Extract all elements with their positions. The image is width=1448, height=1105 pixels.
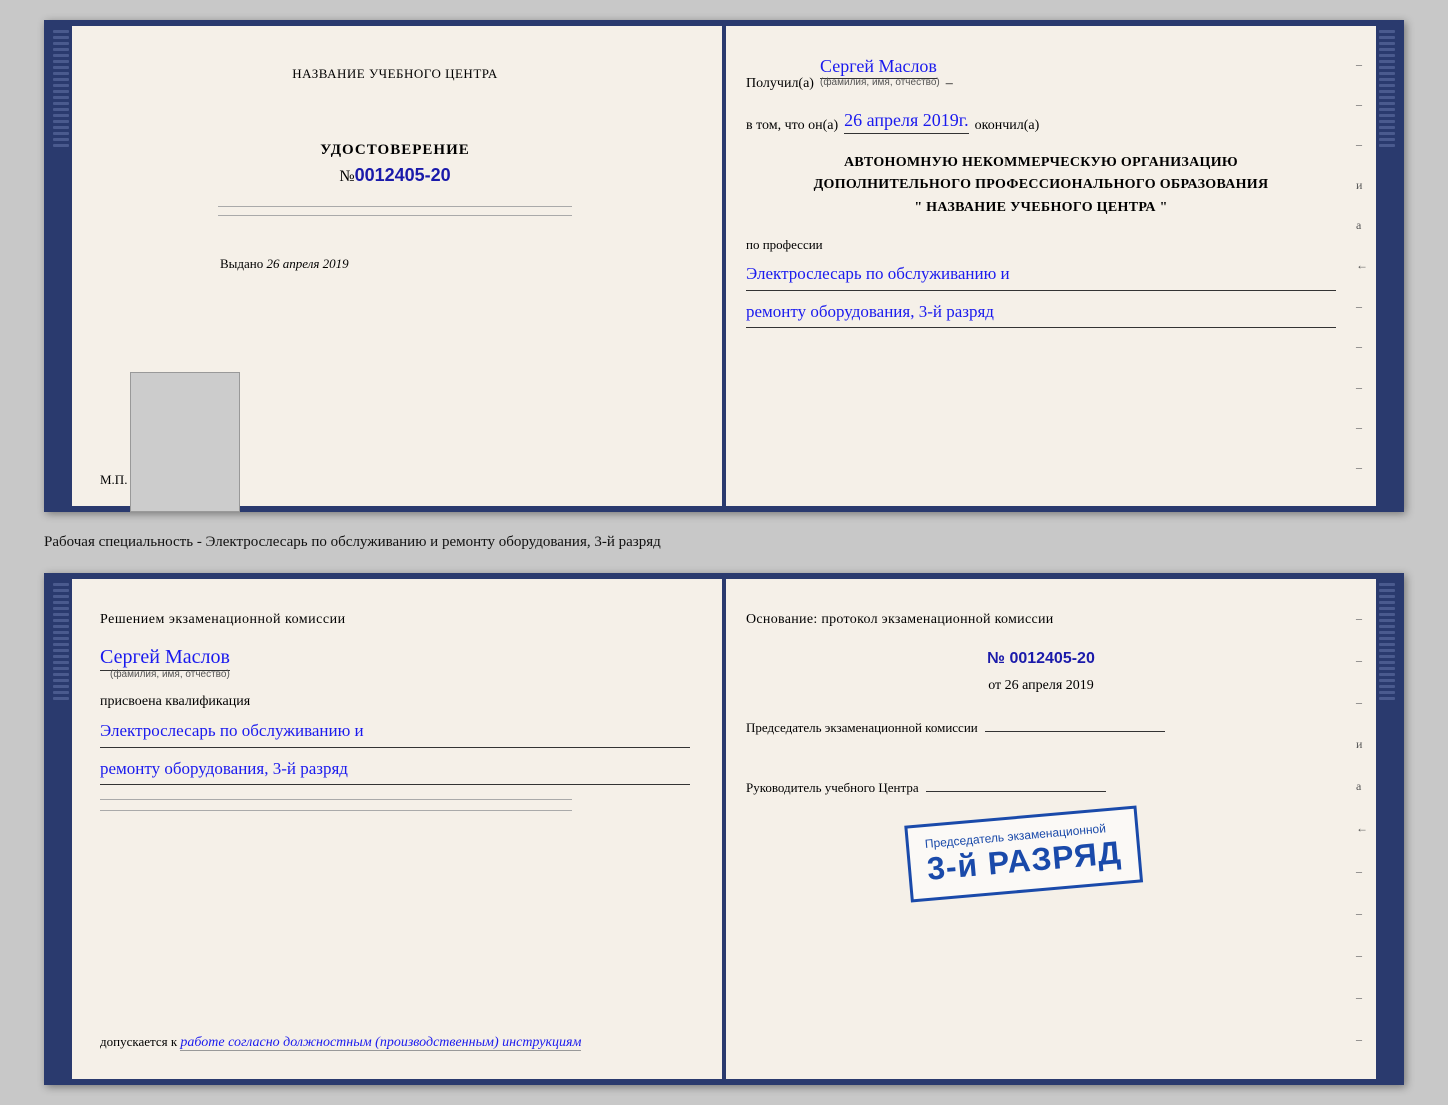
page-left-2: Решением экзаменационной комиссии Сергей… [72, 579, 718, 1079]
profession2-left-2: ремонту оборудования, 3-й разряд [100, 754, 690, 786]
fio-sublabel-2: (фамилия, имя, отчество) [110, 669, 690, 680]
vydano-date: 26 апреля 2019 [267, 256, 349, 271]
predsedatel-label: Председатель экзаменационной комиссии [746, 720, 978, 735]
poluchil-label: Получил(а) [746, 76, 814, 92]
cert-number: 0012405-20 [355, 165, 451, 185]
predsedatel-line: Председатель экзаменационной комиссии [746, 718, 1336, 738]
org-line3: " НАЗВАНИЕ УЧЕБНОГО ЦЕНТРА " [746, 197, 1336, 219]
dash-after-name: – [946, 76, 953, 92]
rukovoditel-label: Руководитель учебного Центра [746, 780, 919, 795]
org-line1: АВТОНОМНУЮ НЕКОММЕРЧЕСКУЮ ОРГАНИЗАЦИЮ [746, 152, 1336, 174]
certificate-book-2: Решением экзаменационной комиссии Сергей… [44, 573, 1404, 1085]
org-line2: ДОПОЛНИТЕЛЬНОГО ПРОФЕССИОНАЛЬНОГО ОБРАЗО… [746, 174, 1336, 196]
name-block-2: Сергей Маслов (фамилия, имя, отчество) [100, 646, 690, 680]
okonchil-label: окончил(а) [975, 118, 1040, 134]
ot-label: от [988, 678, 1001, 693]
rukovoditel-line: Руководитель учебного Центра [746, 778, 1336, 798]
ot-date-value: 26 апреля 2019 [1005, 678, 1094, 693]
org-block: АВТОНОМНУЮ НЕКОММЕРЧЕСКУЮ ОРГАНИЗАЦИЮ ДО… [746, 152, 1336, 219]
certificate-book-1: НАЗВАНИЕ УЧЕБНОГО ЦЕНТРА УДОСТОВЕРЕНИЕ №… [44, 20, 1404, 512]
spine-right-2 [1376, 579, 1398, 1079]
spine-right-1 [1376, 26, 1398, 506]
po-professii-label: по профессии [746, 237, 1336, 253]
spine-left-2 [50, 579, 72, 1079]
mp-label: М.П. [100, 472, 127, 488]
poluchil-name-block: Сергей Маслов (фамилия, имя, отчество) [820, 56, 940, 88]
vydano-label: Выдано [220, 256, 263, 271]
org-title-left: НАЗВАНИЕ УЧЕБНОГО ЦЕНТРА [100, 66, 690, 82]
udostoverenie-block: УДОСТОВЕРЕНИЕ №0012405-20 [100, 142, 690, 216]
profession1-left-2: Электрослесарь по обслуживанию и [100, 716, 690, 748]
resheniem-title: Решением экзаменационной комиссии [100, 609, 690, 630]
page-left-1: НАЗВАНИЕ УЧЕБНОГО ЦЕНТРА УДОСТОВЕРЕНИЕ №… [72, 26, 718, 506]
udostoverenie-title: УДОСТОВЕРЕНИЕ [100, 142, 690, 159]
fio-sublabel-1: (фамилия, имя, отчество) [820, 77, 940, 88]
udostoverenie-num: №0012405-20 [100, 165, 690, 186]
spine-left-1 [50, 26, 72, 506]
protocol-num: № 0012405-20 [746, 650, 1336, 668]
right-dashes-1: – – – и а ← – – – – – [1356, 46, 1368, 486]
right-dashes-2: – – – и а ← – – – – – [1356, 599, 1368, 1059]
poluchil-line: Получил(а) Сергей Маслов (фамилия, имя, … [746, 56, 1336, 92]
profession1-right: Электрослесарь по обслуживанию и [746, 259, 1336, 291]
caption-text: Рабочая специальность - Электрослесарь п… [44, 528, 1404, 557]
vtom-line: в том, что он(а) 26 апреля 2019г. окончи… [746, 110, 1336, 134]
poluchil-name: Сергей Маслов [820, 56, 937, 79]
stamp: Председатель экзаменационной 3-й РАЗРЯД [904, 805, 1143, 902]
dopuskaetsya-block: допускается к работе согласно должностны… [100, 1034, 690, 1051]
osnovanie-title: Основание: протокол экзаменационной коми… [746, 609, 1336, 630]
photo-placeholder [130, 372, 240, 512]
dopuskaetsya-value: работе согласно должностным (производств… [180, 1035, 581, 1051]
prisvoena-text: присвоена квалификация [100, 694, 690, 710]
page-right-2: – – – и а ← – – – – – Основание: протоко… [718, 579, 1376, 1079]
vtom-date: 26 апреля 2019г. [844, 110, 969, 134]
ot-date: от 26 апреля 2019 [746, 678, 1336, 694]
vydano-line: Выдано 26 апреля 2019 [220, 256, 690, 272]
dopuskaetsya-label: допускается к [100, 1034, 177, 1049]
page-right-1: – – – и а ← – – – – – Получил(а) Сергей … [718, 26, 1376, 506]
profession2-right: ремонту оборудования, 3-й разряд [746, 297, 1336, 329]
vtom-label: в том, что он(а) [746, 118, 838, 134]
name-2: Сергей Маслов [100, 646, 230, 671]
